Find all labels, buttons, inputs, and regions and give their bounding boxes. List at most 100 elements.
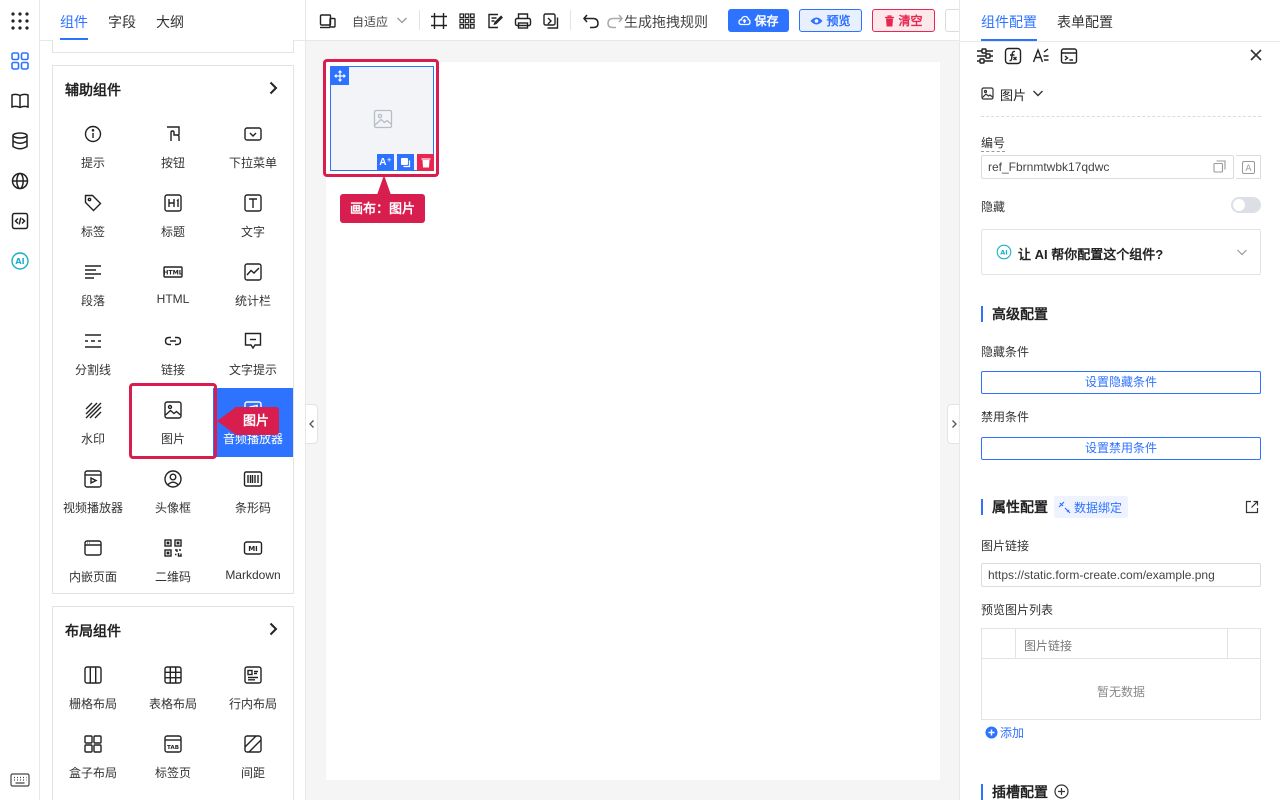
- collapse-left-handle[interactable]: [306, 404, 318, 444]
- apps-grid-icon[interactable]: [8, 9, 32, 33]
- edit-icon[interactable]: [486, 12, 504, 30]
- image-link-input[interactable]: https://static.form-create.com/example.p…: [981, 563, 1261, 587]
- tab-fields[interactable]: 字段: [108, 12, 136, 32]
- component-item-markdown[interactable]: MI Markdown: [213, 526, 293, 595]
- move-handle-icon[interactable]: [331, 67, 349, 85]
- component-item-divider[interactable]: 分割线: [53, 319, 133, 388]
- table-layout-icon: [163, 665, 183, 685]
- print-icon[interactable]: [514, 12, 532, 30]
- set-disable-condition-button[interactable]: 设置禁用条件: [981, 437, 1261, 460]
- image-placeholder-icon: [373, 109, 393, 129]
- id-input[interactable]: ref_Fbrnmtwbk17qdwc: [981, 155, 1234, 179]
- data-binding-button[interactable]: 数据绑定: [1054, 496, 1129, 518]
- components-icon[interactable]: [8, 49, 32, 73]
- ai-action-icon[interactable]: A⁺: [377, 154, 394, 171]
- component-item-avatar[interactable]: 头像框: [133, 457, 213, 526]
- set-hide-condition-button[interactable]: 设置隐藏条件: [981, 371, 1261, 394]
- collapse-right-handle[interactable]: [947, 404, 959, 444]
- canvas-tooltip-arrow: [377, 175, 391, 195]
- component-item-dropdown[interactable]: 下拉菜单: [213, 112, 293, 181]
- component-item-label: 水印: [80, 432, 105, 446]
- component-item-text[interactable]: 文字: [213, 181, 293, 250]
- chevron-down-icon[interactable]: [1236, 247, 1248, 257]
- component-item-iframe[interactable]: 内嵌页面: [53, 526, 133, 595]
- copy-icon[interactable]: [1213, 160, 1226, 173]
- info-icon: [83, 124, 103, 144]
- grid-icon[interactable]: [458, 12, 476, 30]
- component-item-info[interactable]: 提示: [53, 112, 133, 181]
- tab-form-config[interactable]: 表单配置: [1057, 12, 1113, 32]
- book-icon[interactable]: [8, 89, 32, 113]
- globe-icon[interactable]: [8, 169, 32, 193]
- sliders-icon[interactable]: [976, 47, 994, 65]
- device-select[interactable]: 自适应: [352, 13, 388, 30]
- component-item-label: 视频播放器: [62, 501, 123, 515]
- keyboard-icon[interactable]: [8, 768, 32, 792]
- chevron-right-icon[interactable]: [265, 80, 281, 96]
- component-item-video[interactable]: 视频播放器: [53, 457, 133, 526]
- svg-text:AI: AI: [1000, 249, 1007, 257]
- redo-icon[interactable]: [606, 12, 624, 30]
- component-item-link[interactable]: 链接: [133, 319, 213, 388]
- close-icon[interactable]: [1249, 48, 1263, 62]
- database-icon[interactable]: [8, 129, 32, 153]
- form-canvas[interactable]: A⁺ 画布：图片: [323, 59, 940, 780]
- plus-circle-icon: [985, 726, 998, 739]
- component-item-label: 提示: [80, 156, 105, 170]
- hidden-toggle[interactable]: [1231, 197, 1261, 213]
- frame-icon[interactable]: [430, 12, 448, 30]
- component-item-table-layout[interactable]: 表格布局: [133, 653, 213, 722]
- component-item-heading[interactable]: 标题: [133, 181, 213, 250]
- designer-center: 自适应 生成拖拽规则 保存 预览 清空 A⁺ 画布：图片: [306, 0, 959, 800]
- component-item-label: 标签页: [154, 766, 191, 780]
- copy-action-icon[interactable]: [397, 154, 414, 171]
- add-button[interactable]: 添加: [985, 724, 1024, 741]
- tab-components[interactable]: 组件: [60, 12, 88, 32]
- chevron-right-icon[interactable]: [265, 621, 281, 637]
- component-item-inline-layout[interactable]: 行内布局: [213, 653, 293, 722]
- tab-outline[interactable]: 大纲: [156, 12, 184, 32]
- component-item-qrcode[interactable]: 二维码: [133, 526, 213, 595]
- chevron-down-icon[interactable]: [396, 15, 408, 25]
- style-icon[interactable]: [1032, 47, 1050, 65]
- component-item-paragraph[interactable]: 段落: [53, 250, 133, 319]
- component-item-space[interactable]: 间距: [213, 722, 293, 791]
- chevron-down-icon[interactable]: [1032, 88, 1044, 98]
- component-item-tabs[interactable]: TAB 标签页: [133, 722, 213, 791]
- component-item-statistic[interactable]: 统计栏: [213, 250, 293, 319]
- component-item-tag[interactable]: 标签: [53, 181, 133, 250]
- add-slot-icon[interactable]: [1054, 784, 1069, 799]
- generate-rule-button[interactable]: 生成拖拽规则: [624, 12, 708, 32]
- id-style-icon[interactable]: A: [1236, 155, 1261, 179]
- save-button[interactable]: 保存: [728, 9, 789, 32]
- edit-external-icon[interactable]: [1245, 500, 1259, 514]
- preview-button[interactable]: 预览: [799, 9, 862, 32]
- undo-icon[interactable]: [582, 12, 600, 30]
- component-item-button[interactable]: 按钮: [133, 112, 213, 181]
- dropdown-icon: [243, 124, 263, 144]
- component-type-select[interactable]: 图片: [1000, 85, 1026, 104]
- component-item-grid-layout[interactable]: 栅格布局: [53, 653, 133, 722]
- formula-icon[interactable]: [1004, 47, 1022, 65]
- device-icon[interactable]: [319, 12, 337, 30]
- component-item-box-layout[interactable]: 盒子布局: [53, 722, 133, 791]
- drag-hint-text: 图片: [235, 407, 280, 435]
- delete-action-icon[interactable]: [417, 154, 434, 171]
- image-component[interactable]: A⁺: [330, 66, 434, 171]
- ai-icon[interactable]: AI: [8, 249, 32, 273]
- component-item-barcode[interactable]: 条形码: [213, 457, 293, 526]
- component-item-label: 文字: [240, 225, 265, 239]
- code-icon[interactable]: [8, 209, 32, 233]
- component-item-watermark[interactable]: 水印: [53, 388, 133, 457]
- component-item-html[interactable]: HTML HTML: [133, 250, 213, 319]
- ai-icon: AI: [996, 244, 1012, 260]
- ai-config-panel[interactable]: AI 让 AI 帮你配置这个组件?: [981, 229, 1261, 275]
- image-type-icon: [981, 87, 994, 100]
- copy-json-icon[interactable]: [542, 12, 560, 30]
- event-icon[interactable]: [1060, 47, 1078, 65]
- more-toolbar-button[interactable]: [945, 9, 959, 32]
- clear-button[interactable]: 清空: [872, 9, 935, 32]
- component-item-tooltip[interactable]: 文字提示: [213, 319, 293, 388]
- tab-component-config[interactable]: 组件配置: [981, 12, 1037, 32]
- save-button-label: 保存: [754, 14, 779, 28]
